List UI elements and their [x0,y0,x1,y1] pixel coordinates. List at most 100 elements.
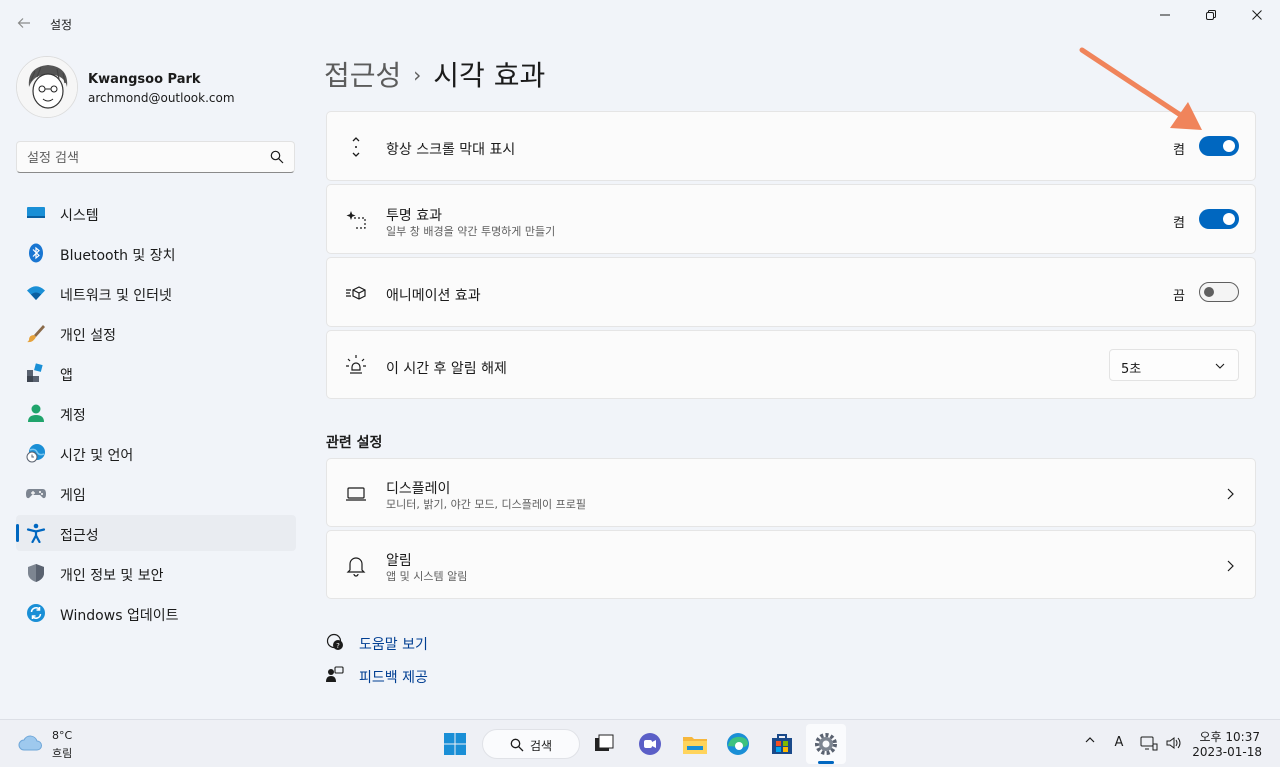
teams-chat-icon[interactable] [636,730,664,758]
sidebar-nav: 시스템 Bluetooth 및 장치 네트워크 및 인터넷 개인 설정 앱 계정… [16,195,296,635]
back-arrow-icon [17,18,30,28]
chevron-down-icon [1215,363,1225,369]
maximize-button[interactable] [1188,6,1234,28]
file-explorer-icon[interactable] [681,730,709,758]
animation-toggle[interactable] [1199,282,1239,302]
avatar-portrait-icon [17,57,77,117]
help-link-label[interactable]: 도움말 보기 [359,634,428,654]
setting-title: 이 시간 후 알림 해제 [386,361,507,377]
related-notifications[interactable]: 알림 앱 및 시스템 알림 [326,530,1256,599]
setting-animation: 애니메이션 효과 끔 [326,257,1256,327]
avatar[interactable] [16,56,78,118]
sidebar-item-personalization[interactable]: 개인 설정 [16,315,296,351]
sidebar-item-gaming[interactable]: 게임 [16,475,296,511]
shield-icon [28,564,44,582]
sidebar-item-label: 계정 [60,408,86,424]
weather-condition[interactable]: 흐림 [52,745,72,761]
sidebar-item-network[interactable]: 네트워크 및 인터넷 [16,275,296,311]
restore-icon [1206,10,1216,20]
store-icon[interactable] [768,730,796,758]
sidebar-item-label: 게임 [60,488,86,504]
setting-subtitle: 앱 및 시스템 알림 [386,570,468,583]
clock-time[interactable]: 오후 10:37 [1200,728,1260,745]
sidebar-item-label: 접근성 [60,528,99,544]
related-settings-heading: 관련 설정 [326,435,383,451]
globe-clock-icon [26,444,45,463]
dropdown-selected-value: 5초 [1121,362,1142,377]
sidebar-item-label: Bluetooth 및 장치 [60,248,176,264]
breadcrumb: 접근성 › 시각 효과 [324,54,545,94]
task-view-icon[interactable] [590,730,618,758]
chevron-up-icon [1085,737,1095,743]
related-display[interactable]: 디스플레이 모니터, 밝기, 야간 모드, 디스플레이 프로필 [326,458,1256,527]
laptop-icon [346,487,366,501]
toggle-state-label: 켬 [1173,216,1185,231]
chevron-right-icon [1227,560,1234,572]
settings-search[interactable] [16,141,295,173]
bluetooth-icon [29,243,43,263]
animation-cube-icon [346,286,366,300]
back-button[interactable] [14,12,34,34]
setting-transparency: 투명 효과 일부 창 배경을 약간 투명하게 만들기 켬 [326,184,1256,254]
close-button[interactable] [1234,6,1280,28]
sidebar-item-privacy[interactable]: 개인 정보 및 보안 [16,555,296,591]
setting-title: 알림 [386,553,412,569]
setting-title: 항상 스크롤 막대 표시 [386,142,516,158]
settings-gear-icon[interactable] [812,730,840,758]
clock-date[interactable]: 2023-01-18 [1192,745,1262,759]
sidebar-item-label: 개인 설정 [60,328,116,344]
user-email: archmond@outlook.com [88,91,235,105]
taskbar-search[interactable]: 검색 [482,729,580,759]
sidebar-item-label: 네트워크 및 인터넷 [60,288,172,304]
setting-title: 투명 효과 [386,208,442,224]
sidebar-item-label: 시스템 [60,208,99,224]
minimize-button[interactable] [1142,6,1188,28]
sidebar-item-bluetooth[interactable]: Bluetooth 및 장치 [16,235,296,271]
sidebar-item-label: 개인 정보 및 보안 [60,568,164,584]
setting-notification-timeout: 이 시간 후 알림 해제 5초 [326,330,1256,399]
sidebar-item-label: Windows 업데이트 [60,608,179,624]
gamepad-icon [26,489,46,499]
ime-indicator[interactable]: A [1110,734,1128,752]
breadcrumb-separator: › [413,63,422,87]
tray-overflow-chevron[interactable] [1081,734,1099,752]
sidebar-item-time-language[interactable]: 시간 및 언어 [16,435,296,471]
search-input[interactable] [27,148,257,168]
scrollbar-arrows-icon [352,137,360,157]
feedback-link[interactable]: 피드백 제공 [326,664,526,688]
annotation-arrow-icon [1079,47,1202,130]
transparency-toggle[interactable] [1199,209,1239,229]
chevron-right-icon [1227,488,1234,500]
setting-subtitle: 모니터, 밝기, 야간 모드, 디스플레이 프로필 [386,498,587,511]
update-icon [27,604,45,622]
help-link[interactable]: ? 도움말 보기 [326,631,526,655]
cloud-icon[interactable] [18,732,44,752]
monitor-icon [27,207,45,218]
network-monitor-icon[interactable] [1140,734,1158,752]
search-icon [510,738,524,752]
sidebar-item-label: 앱 [60,368,73,384]
sidebar-item-accounts[interactable]: 계정 [16,395,296,431]
start-icon[interactable] [441,730,469,758]
sidebar-item-windows-update[interactable]: Windows 업데이트 [16,595,296,631]
close-icon [1252,10,1262,20]
feedback-link-label[interactable]: 피드백 제공 [359,667,428,687]
edge-browser-icon[interactable] [724,730,752,758]
sidebar-item-label: 시간 및 언어 [60,448,134,464]
volume-icon[interactable] [1165,734,1183,752]
app-title: 설정 [50,18,73,32]
weather-temperature[interactable]: 8°C [52,729,72,742]
toggle-state-label: 켬 [1173,143,1185,158]
search-icon[interactable] [270,150,284,164]
wifi-icon [27,286,45,300]
taskbar-search-label: 검색 [530,739,553,753]
timeout-dropdown[interactable]: 5초 [1109,349,1239,381]
accessibility-icon [26,523,46,543]
breadcrumb-parent[interactable]: 접근성 [324,59,401,92]
sidebar-item-system[interactable]: 시스템 [16,195,296,231]
sidebar-item-accessibility[interactable]: 접근성 [16,515,296,551]
sidebar-item-apps[interactable]: 앱 [16,355,296,391]
page-title: 시각 효과 [433,59,546,92]
svg-text:?: ? [336,642,340,650]
user-name: Kwangsoo Park [88,72,201,87]
